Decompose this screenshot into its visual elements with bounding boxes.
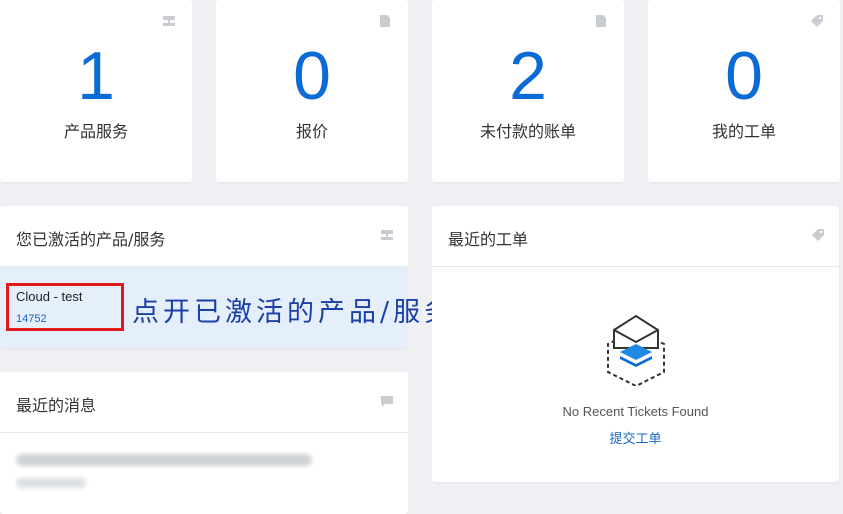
- empty-state-text: No Recent Tickets Found: [562, 404, 709, 419]
- stat-card-unpaid-invoices[interactable]: 2 未付款的账单: [432, 0, 624, 182]
- blurred-news-item[interactable]: [16, 454, 312, 466]
- stat-value: 2: [509, 38, 547, 114]
- server-icon: [163, 16, 175, 26]
- panel-header: 最近的消息: [0, 372, 408, 433]
- stat-card-quotes[interactable]: 0 报价: [216, 0, 408, 182]
- stat-card-tickets[interactable]: 0 我的工单: [648, 0, 840, 182]
- stat-label: 未付款的账单: [479, 122, 576, 141]
- stat-card-products[interactable]: 1 产品服务: [0, 0, 192, 182]
- recent-news-panel: 最近的消息: [0, 372, 408, 514]
- panel-title: 您已激活的产品/服务: [16, 230, 166, 249]
- panel-title: 最近的消息: [16, 396, 97, 415]
- annotation-text: 点开已激活的产品/服务: [132, 297, 456, 328]
- comment-icon: [381, 396, 393, 407]
- panel-header: 最近的工单: [432, 206, 839, 267]
- stat-value: 1: [77, 38, 115, 114]
- document-icon: [596, 15, 606, 27]
- stat-label: 我的工单: [711, 122, 776, 141]
- stat-label: 产品服务: [63, 122, 128, 141]
- tag-icon: [811, 15, 823, 27]
- stat-label: 报价: [295, 122, 328, 141]
- document-icon: [380, 15, 390, 27]
- panel-header: 您已激活的产品/服务: [0, 206, 408, 267]
- recent-tickets-panel: 最近的工单 No Recent Tickets Found 提交工单: [432, 206, 839, 482]
- stat-value: 0: [725, 38, 763, 114]
- submit-ticket-link[interactable]: 提交工单: [432, 428, 839, 447]
- panel-title: 最近的工单: [448, 230, 529, 249]
- annotation-highlight-box: [6, 283, 124, 331]
- server-icon: [381, 230, 393, 240]
- empty-inbox-icon: [607, 314, 665, 386]
- tag-icon: [812, 229, 824, 241]
- stat-value: 0: [293, 38, 331, 114]
- blurred-news-date: [16, 478, 86, 488]
